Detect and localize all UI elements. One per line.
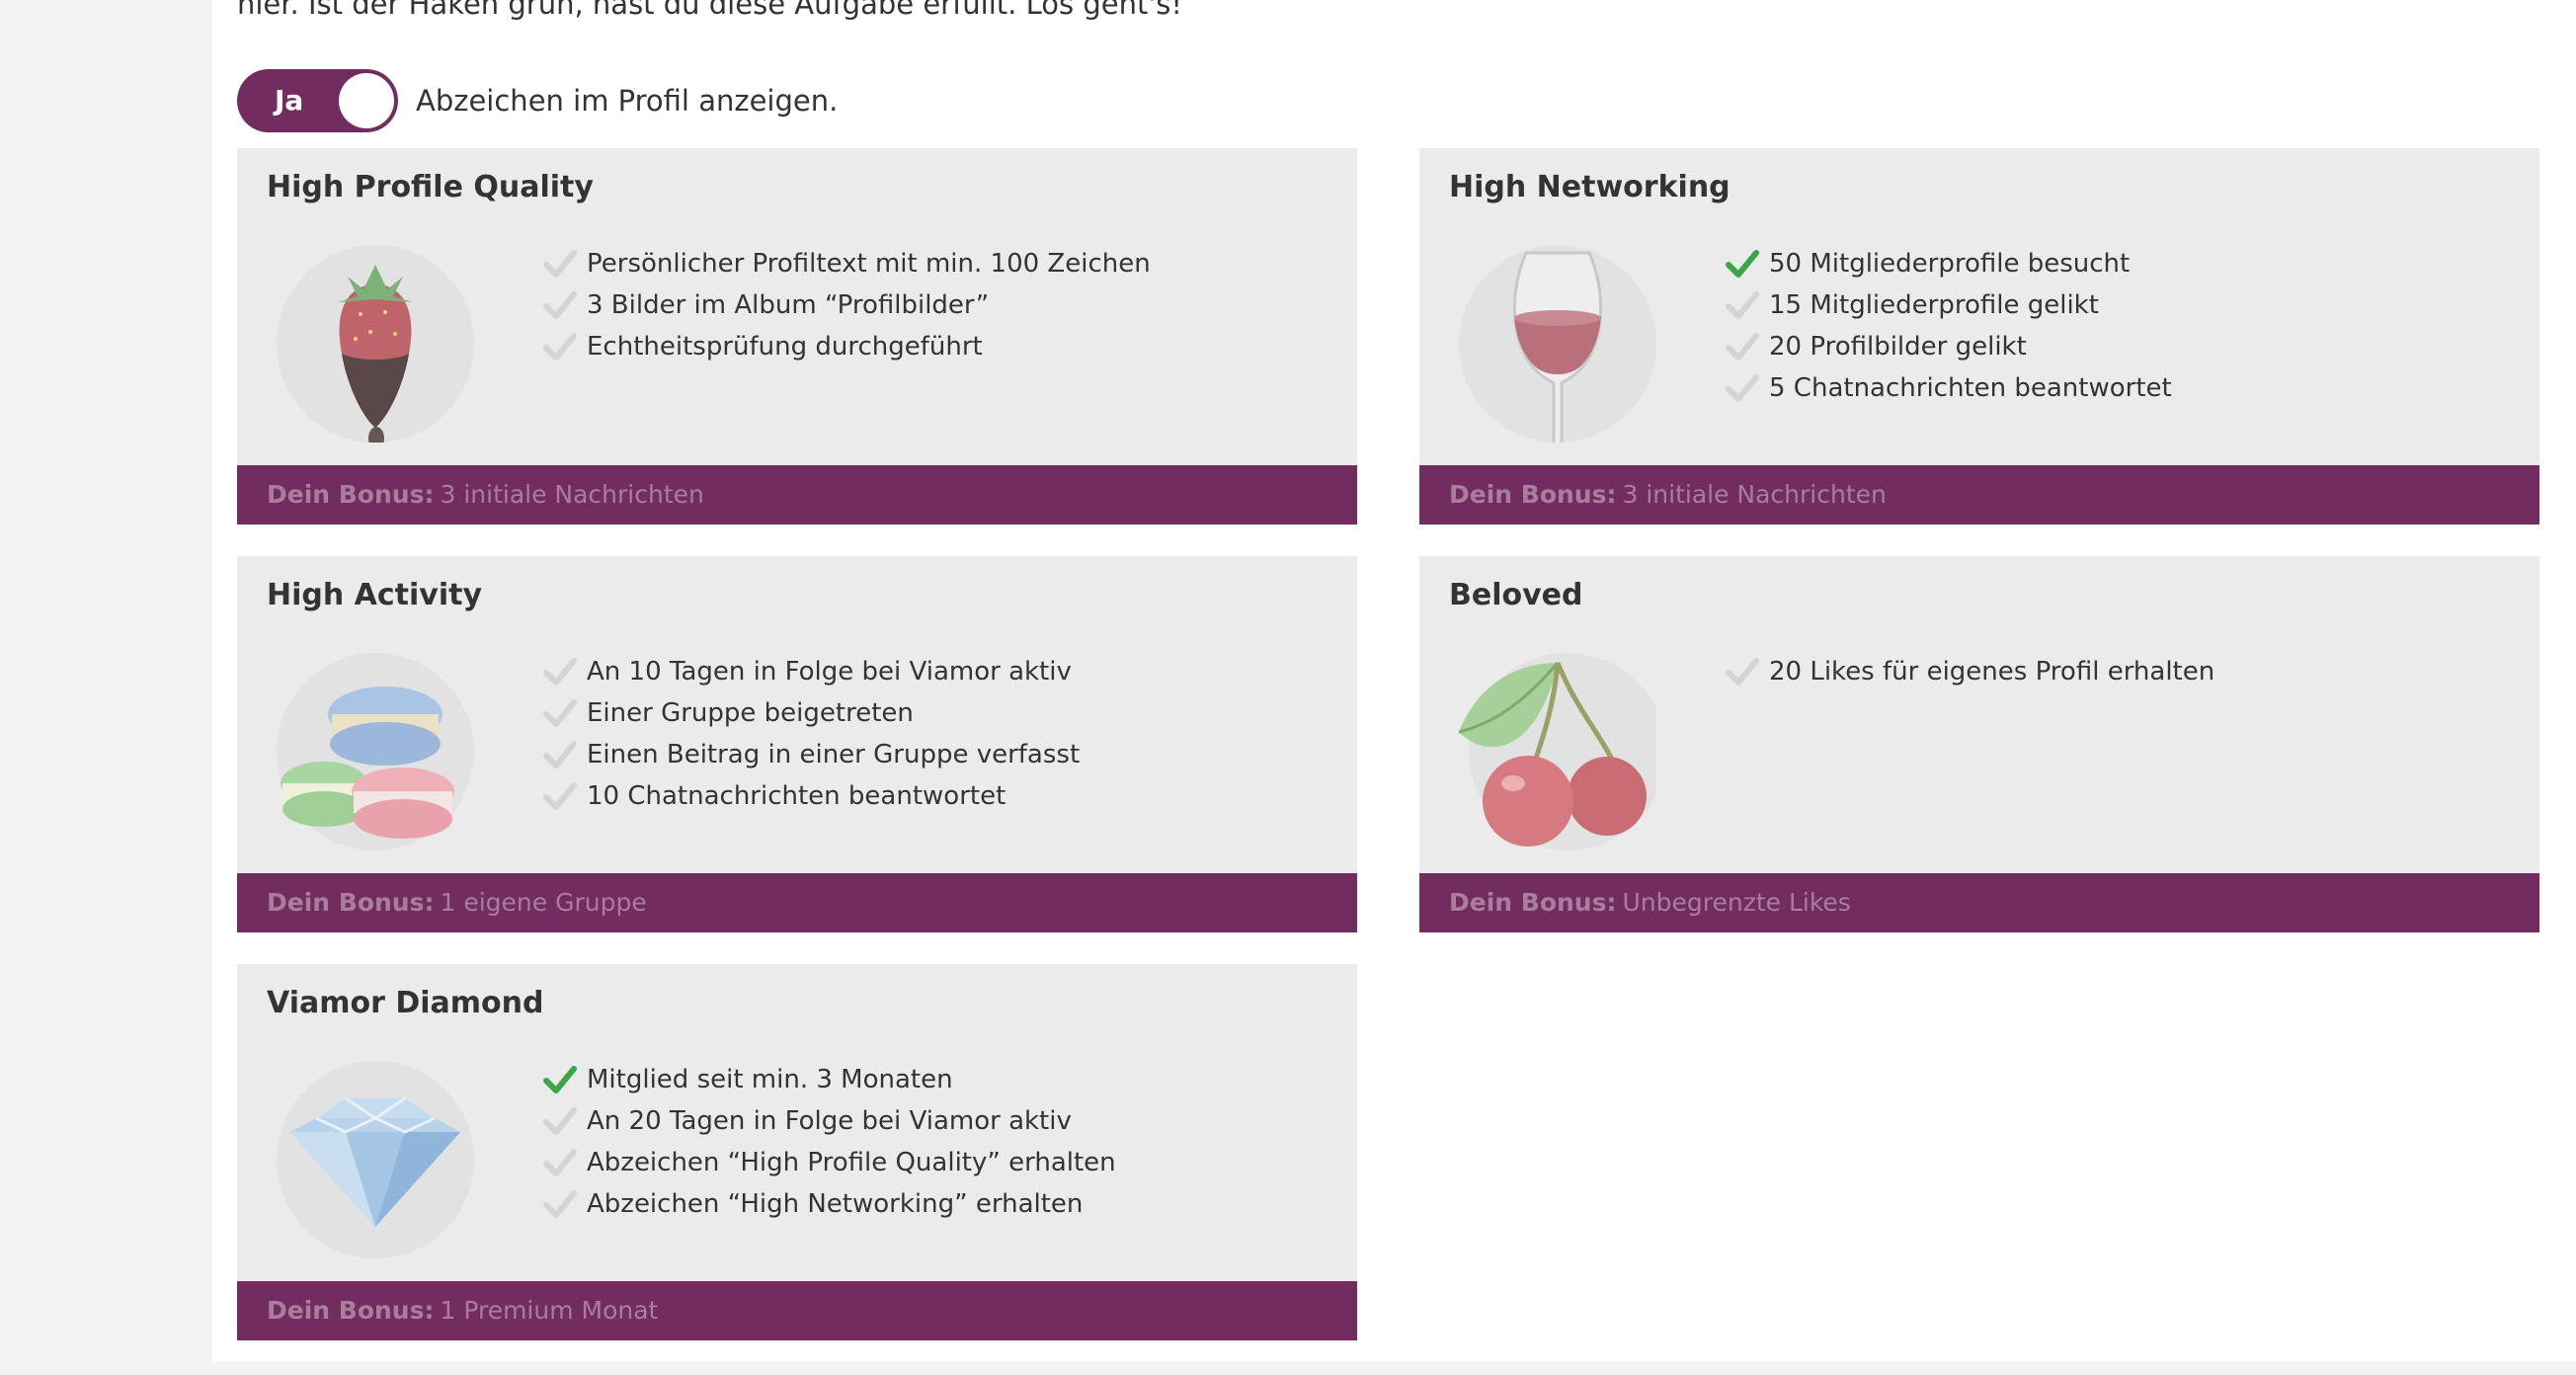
horizontal-scrollbar[interactable] (0, 1361, 2576, 1375)
check-pending-icon (543, 697, 577, 729)
criteria-list: 50 Mitgliederprofile besucht 15 Mitglied… (1726, 243, 2172, 409)
criteria-list: Mitglied seit min. 3 Monaten An 20 Tagen… (543, 1059, 1116, 1225)
show-badges-row: Ja Abzeichen im Profil anzeigen. (237, 69, 838, 132)
criteria-text: 3 Bilder im Album “Profilbilder” (587, 290, 990, 320)
check-pending-icon (1726, 289, 1759, 321)
diamond-icon (277, 1061, 474, 1258)
check-pending-icon (543, 331, 577, 363)
bonus-bar: Dein Bonus: 1 Premium Monat (237, 1281, 1357, 1340)
badge-title: Viamor Diamond (267, 986, 544, 1020)
bonus-bar: Dein Bonus: 3 initiale Nachrichten (1419, 465, 2539, 525)
check-pending-icon (543, 289, 577, 321)
bonus-prefix: Dein Bonus: (267, 1296, 435, 1325)
bonus-value: 3 initiale Nachrichten (440, 480, 704, 509)
bonus-prefix: Dein Bonus: (267, 888, 435, 917)
check-done-icon (543, 1064, 577, 1095)
macarons-icon (277, 653, 474, 850)
criteria-item: Einer Gruppe beigetreten (543, 692, 1080, 734)
criteria-text: 20 Likes für eigenes Profil erhalten (1769, 657, 2215, 687)
badge-card-beloved: Beloved 20 Likes für eigenes Profil erha… (1419, 556, 2539, 932)
bonus-value: 1 Premium Monat (440, 1296, 659, 1325)
badge-card-high-profile-quality: High Profile Quality Persönlicher Profil… (237, 148, 1357, 525)
bonus-value: 1 eigene Gruppe (440, 888, 647, 917)
criteria-item: 20 Likes für eigenes Profil erhalten (1726, 651, 2214, 692)
criteria-item: 50 Mitgliederprofile besucht (1726, 243, 2172, 284)
criteria-text: Einer Gruppe beigetreten (587, 698, 914, 728)
bonus-prefix: Dein Bonus: (1449, 888, 1617, 917)
criteria-list: An 10 Tagen in Folge bei Viamor aktiv Ei… (543, 651, 1080, 817)
toggle-label: Ja (275, 84, 304, 117)
badge-card-viamor-diamond: Viamor Diamond Mitglied seit min. 3 Mona… (237, 964, 1357, 1340)
criteria-item: 10 Chatnachrichten beantwortet (543, 775, 1080, 817)
badge-title: Beloved (1449, 578, 1583, 612)
badge-card-high-networking: High Networking 50 Mitgliederprofile bes… (1419, 148, 2539, 525)
criteria-list: 20 Likes für eigenes Profil erhalten (1726, 651, 2214, 692)
criteria-text: Einen Beitrag in einer Gruppe verfasst (587, 740, 1081, 769)
criteria-text: An 10 Tagen in Folge bei Viamor aktiv (587, 657, 1072, 687)
criteria-item: An 10 Tagen in Folge bei Viamor aktiv (543, 651, 1080, 692)
badge-title: High Networking (1449, 170, 1731, 204)
check-pending-icon (543, 780, 577, 812)
criteria-item: Persönlicher Profiltext mit min. 100 Zei… (543, 243, 1151, 284)
bonus-value: 3 initiale Nachrichten (1622, 480, 1887, 509)
show-badges-toggle[interactable]: Ja (237, 69, 398, 132)
bonus-value: Unbegrenzte Likes (1622, 888, 1851, 917)
criteria-text: 50 Mitgliederprofile besucht (1769, 249, 2131, 279)
check-pending-icon (1726, 372, 1759, 404)
badge-title: High Profile Quality (267, 170, 594, 204)
criteria-text: An 20 Tagen in Folge bei Viamor aktiv (587, 1106, 1072, 1136)
criteria-text: Abzeichen “High Networking” erhalten (587, 1189, 1084, 1219)
bonus-bar: Dein Bonus: Unbegrenzte Likes (1419, 873, 2539, 932)
criteria-item: An 20 Tagen in Folge bei Viamor aktiv (543, 1100, 1116, 1142)
criteria-text: Mitglied seit min. 3 Monaten (587, 1065, 953, 1094)
bonus-prefix: Dein Bonus: (1449, 480, 1617, 509)
criteria-item: 20 Profilbilder gelikt (1726, 326, 2172, 367)
badge-title: High Activity (267, 578, 483, 612)
check-pending-icon (543, 1147, 577, 1178)
criteria-item: Echtheitsprüfung durchgeführt (543, 326, 1151, 367)
criteria-text: 5 Chatnachrichten beantwortet (1769, 373, 2172, 403)
check-pending-icon (543, 1105, 577, 1137)
criteria-item: 3 Bilder im Album “Profilbilder” (543, 284, 1151, 326)
badge-card-high-activity: High Activity An 10 Tagen in Folge bei V… (237, 556, 1357, 932)
criteria-list: Persönlicher Profiltext mit min. 100 Zei… (543, 243, 1151, 367)
check-pending-icon (543, 656, 577, 688)
check-done-icon (1726, 248, 1759, 280)
check-pending-icon (543, 739, 577, 770)
bonus-prefix: Dein Bonus: (267, 480, 435, 509)
criteria-item: Abzeichen “High Profile Quality” erhalte… (543, 1142, 1116, 1183)
criteria-text: Abzeichen “High Profile Quality” erhalte… (587, 1148, 1116, 1177)
check-pending-icon (543, 248, 577, 280)
check-pending-icon (1726, 331, 1759, 363)
intro-text: hier. Ist der Haken grün, hast du diese … (237, 0, 1183, 21)
criteria-text: 15 Mitgliederprofile gelikt (1769, 290, 2099, 320)
strawberry-icon (277, 245, 474, 450)
criteria-item: 5 Chatnachrichten beantwortet (1726, 367, 2172, 409)
criteria-item: Mitglied seit min. 3 Monaten (543, 1059, 1116, 1100)
wine-glass-icon (1459, 245, 1656, 449)
check-pending-icon (1726, 656, 1759, 688)
criteria-text: 10 Chatnachrichten beantwortet (587, 781, 1006, 811)
criteria-text: Persönlicher Profiltext mit min. 100 Zei… (587, 249, 1151, 279)
cherries-icon (1458, 653, 1666, 850)
toggle-knob[interactable] (339, 73, 394, 128)
criteria-item: Abzeichen “High Networking” erhalten (543, 1183, 1116, 1225)
criteria-text: 20 Profilbilder gelikt (1769, 332, 2027, 362)
check-pending-icon (543, 1188, 577, 1220)
criteria-item: 15 Mitgliederprofile gelikt (1726, 284, 2172, 326)
criteria-item: Einen Beitrag in einer Gruppe verfasst (543, 734, 1080, 775)
toggle-description: Abzeichen im Profil anzeigen. (416, 84, 839, 118)
criteria-text: Echtheitsprüfung durchgeführt (587, 332, 983, 362)
bonus-bar: Dein Bonus: 1 eigene Gruppe (237, 873, 1357, 932)
bonus-bar: Dein Bonus: 3 initiale Nachrichten (237, 465, 1357, 525)
